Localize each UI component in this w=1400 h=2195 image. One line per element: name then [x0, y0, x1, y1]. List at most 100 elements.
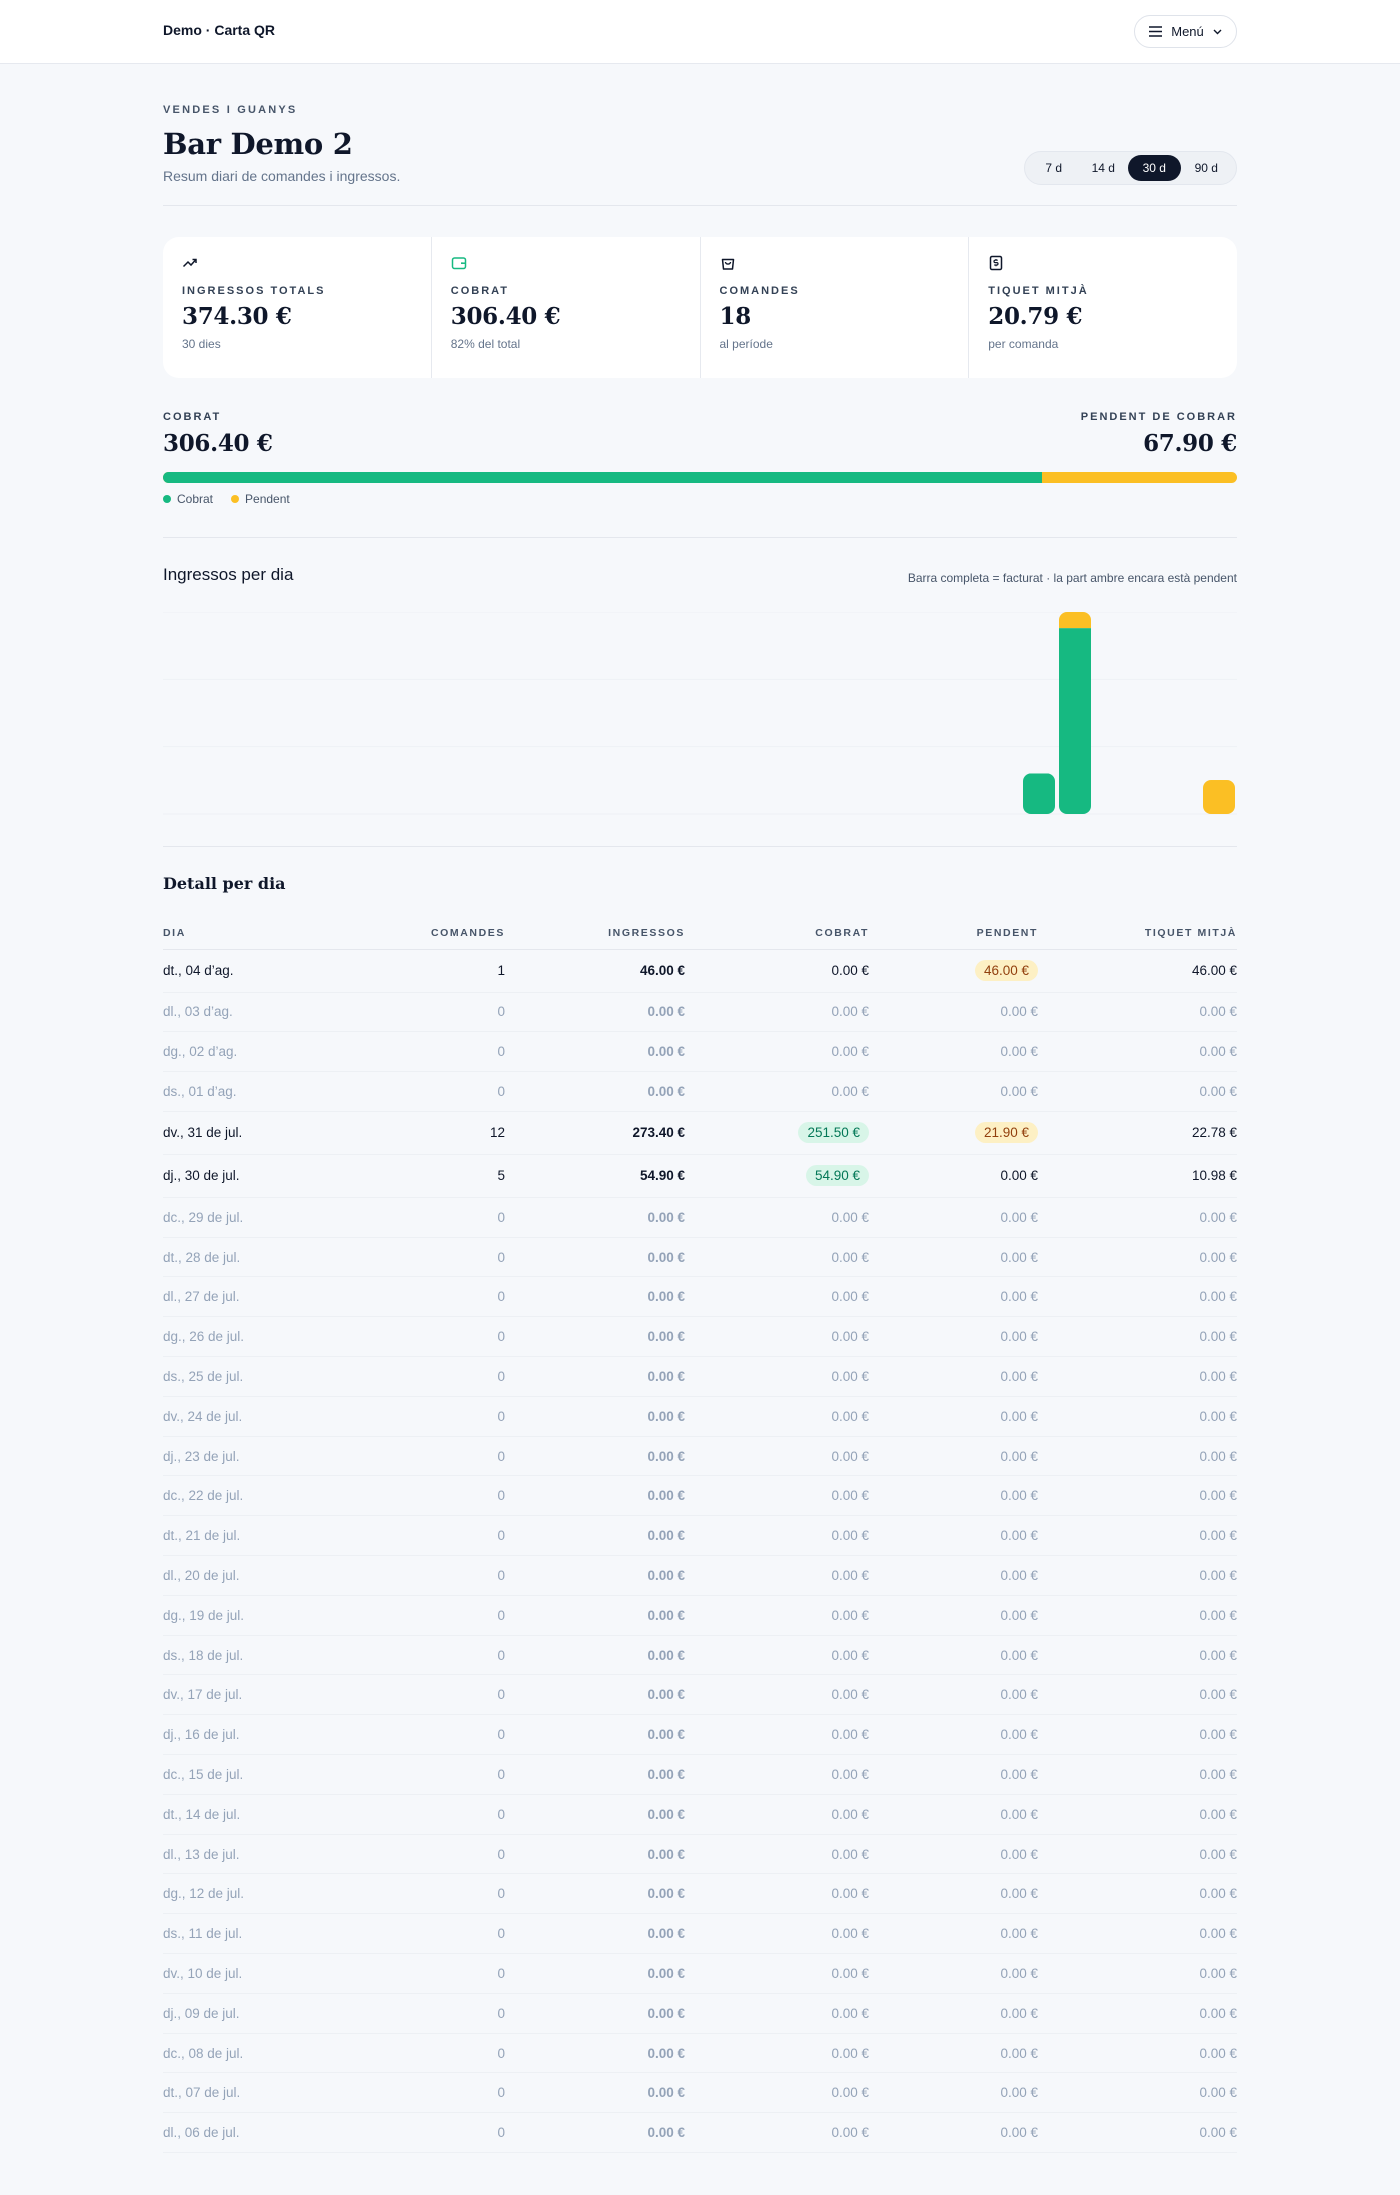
kpi-value: 18 — [719, 303, 752, 330]
cell-day: dt., 21 de jul. — [163, 1515, 363, 1557]
legend-paid-swatch — [163, 495, 171, 503]
cell-avg-ticket: 0.00 € — [1038, 1555, 1237, 1596]
cell-paid: 0.00 € — [685, 2033, 869, 2074]
kpi-value: 374.30 € — [182, 303, 292, 330]
kpi-label: COMANDES — [719, 285, 800, 297]
brand-title[interactable]: Demo · Carta QR — [163, 22, 275, 38]
cell-revenue: 0.00 € — [505, 2112, 685, 2154]
table-row: dv., 10 de jul. 0 0.00 €0.00 €0.00 €0.00 € — [163, 1953, 1237, 1994]
cell-day: dg., 12 de jul. — [163, 1873, 363, 1915]
cell-orders: 0 — [363, 1031, 505, 1073]
cell-orders: 0 — [363, 1754, 505, 1795]
cell-paid: 0.00 € — [685, 1595, 869, 1636]
cell-orders: 0 — [363, 1356, 505, 1397]
kpi-orders: COMANDES 18 al període — [701, 237, 970, 378]
cell-paid: 0.00 € — [685, 2112, 869, 2154]
table-row: dg., 02 d’ag. 0 0.00 €0.00 €0.00 €0.00 € — [163, 1031, 1237, 1073]
cell-revenue: 46.00 € — [505, 949, 685, 993]
page-eyebrow: VENDES I GUANYS — [163, 104, 298, 116]
cell-orders: 0 — [363, 1595, 505, 1636]
pending-badge: 46.00 € — [974, 960, 1038, 981]
range-7d-button[interactable]: 7 d — [1029, 155, 1079, 181]
chart-bar-30-jul[interactable] — [1023, 773, 1055, 814]
cell-orders: 1 — [363, 949, 505, 993]
paid-value: 306.40 € — [163, 430, 273, 457]
cell-paid: 0.00 € — [685, 1436, 869, 1477]
cell-avg-ticket: 0.00 € — [1038, 1714, 1237, 1756]
range-14d-button[interactable]: 14 d — [1079, 155, 1129, 181]
menu-button[interactable]: Menú — [1134, 15, 1237, 48]
chart-bar-31-jul[interactable] — [1059, 612, 1091, 814]
paid-progress-bar — [163, 472, 1237, 483]
cell-day: dc., 08 de jul. — [163, 2033, 363, 2074]
cell-pending: 0.00 € — [869, 1475, 1038, 1517]
cell-day: dc., 29 de jul. — [163, 1197, 363, 1238]
cell-day: dj., 23 de jul. — [163, 1436, 363, 1477]
col-header-paid[interactable]: COBRAT — [685, 917, 869, 950]
table-row: dj., 23 de jul. 0 0.00 €0.00 €0.00 €0.00 € — [163, 1436, 1237, 1477]
cell-pending: 0.00 € — [869, 1071, 1038, 1112]
cell-paid: 0.00 € — [685, 1674, 869, 1716]
daily-detail-table: DIA COMANDES INGRESSOS COBRAT PENDENT TI… — [163, 917, 1237, 2154]
kpi-sub: 82% del total — [450, 337, 521, 351]
cell-avg-ticket: 0.00 € — [1038, 992, 1237, 1033]
cell-pending: 0.00 € — [869, 1953, 1038, 1994]
cell-orders: 0 — [363, 1396, 505, 1437]
cell-day: dj., 09 de jul. — [163, 1993, 363, 2034]
cell-avg-ticket: 0.00 € — [1038, 1396, 1237, 1437]
table-row: dj., 16 de jul. 0 0.00 €0.00 €0.00 €0.00 € — [163, 1714, 1237, 1756]
table-row: dt., 14 de jul. 0 0.00 €0.00 €0.00 €0.00 € — [163, 1794, 1237, 1835]
cell-day: dl., 13 de jul. — [163, 1834, 363, 1875]
table-row: dc., 08 de jul. 0 0.00 €0.00 €0.00 €0.00 € — [163, 2033, 1237, 2074]
col-header-pending[interactable]: PENDENT — [869, 917, 1038, 950]
cell-avg-ticket: 0.00 € — [1038, 1031, 1237, 1073]
col-header-orders[interactable]: COMANDES — [363, 917, 505, 950]
col-header-avg-ticket[interactable]: TIQUET MITJÀ — [1038, 917, 1237, 950]
cell-revenue: 0.00 € — [505, 1555, 685, 1596]
menu-button-label: Menú — [1171, 24, 1204, 39]
cell-paid: 0.00 € — [685, 1913, 869, 1955]
cell-day: dt., 28 de jul. — [163, 1237, 363, 1278]
kpi-sub: per comanda — [988, 337, 1059, 351]
cell-avg-ticket: 46.00 € — [1038, 949, 1237, 993]
cell-revenue: 0.00 € — [505, 1834, 685, 1875]
cell-avg-ticket: 0.00 € — [1038, 1475, 1237, 1517]
cell-paid: 0.00 € — [685, 1197, 869, 1238]
cell-orders: 0 — [363, 992, 505, 1033]
table-title: Detall per dia — [163, 874, 286, 893]
cell-avg-ticket: 0.00 € — [1038, 2072, 1237, 2114]
range-30d-button[interactable]: 30 d — [1128, 155, 1181, 181]
cell-pending: 0.00 € — [869, 2033, 1038, 2074]
cell-avg-ticket: 0.00 € — [1038, 1276, 1237, 1318]
cell-orders: 5 — [363, 1154, 505, 1198]
cell-orders: 0 — [363, 1555, 505, 1596]
kpi-label: INGRESSOS TOTALS — [182, 285, 326, 297]
paid-progress-fill — [163, 472, 1043, 483]
legend-pending-swatch — [231, 495, 240, 503]
cell-avg-ticket: 10.98 € — [1038, 1154, 1237, 1198]
cell-paid: 0.00 € — [685, 1071, 869, 1112]
cell-paid: 0.00 € — [685, 1794, 869, 1835]
cell-paid: 0.00 € — [685, 1993, 869, 2034]
cell-day: dc., 15 de jul. — [163, 1754, 363, 1795]
cell-revenue: 0.00 € — [505, 1276, 685, 1318]
receipt-icon — [990, 255, 1003, 271]
cell-pending: 0.00 € — [869, 1794, 1038, 1835]
chart-bar-04-ag[interactable] — [1203, 780, 1235, 814]
table-row: dg., 26 de jul. 0 0.00 €0.00 €0.00 €0.00 € — [163, 1316, 1237, 1358]
kpi-avg-ticket: TIQUET MITJÀ 20.79 € per comanda — [969, 237, 1237, 378]
cell-orders: 0 — [363, 1276, 505, 1318]
paid-badge: 54.90 € — [805, 1165, 869, 1187]
col-header-revenue[interactable]: INGRESSOS — [505, 917, 685, 950]
cell-orders: 0 — [363, 2112, 505, 2154]
range-90d-button[interactable]: 90 d — [1181, 155, 1233, 181]
cell-revenue: 0.00 € — [505, 1237, 685, 1278]
cell-paid: 54.90 € — [685, 1154, 869, 1198]
cell-day: dl., 20 de jul. — [163, 1555, 363, 1596]
col-header-day[interactable]: DIA — [163, 917, 363, 950]
cell-paid: 0.00 € — [685, 1555, 869, 1596]
cell-avg-ticket: 0.00 € — [1038, 1794, 1237, 1835]
cell-paid: 0.00 € — [685, 2072, 869, 2114]
paid-label: COBRAT — [163, 411, 222, 423]
cell-pending: 0.00 € — [869, 1913, 1038, 1955]
